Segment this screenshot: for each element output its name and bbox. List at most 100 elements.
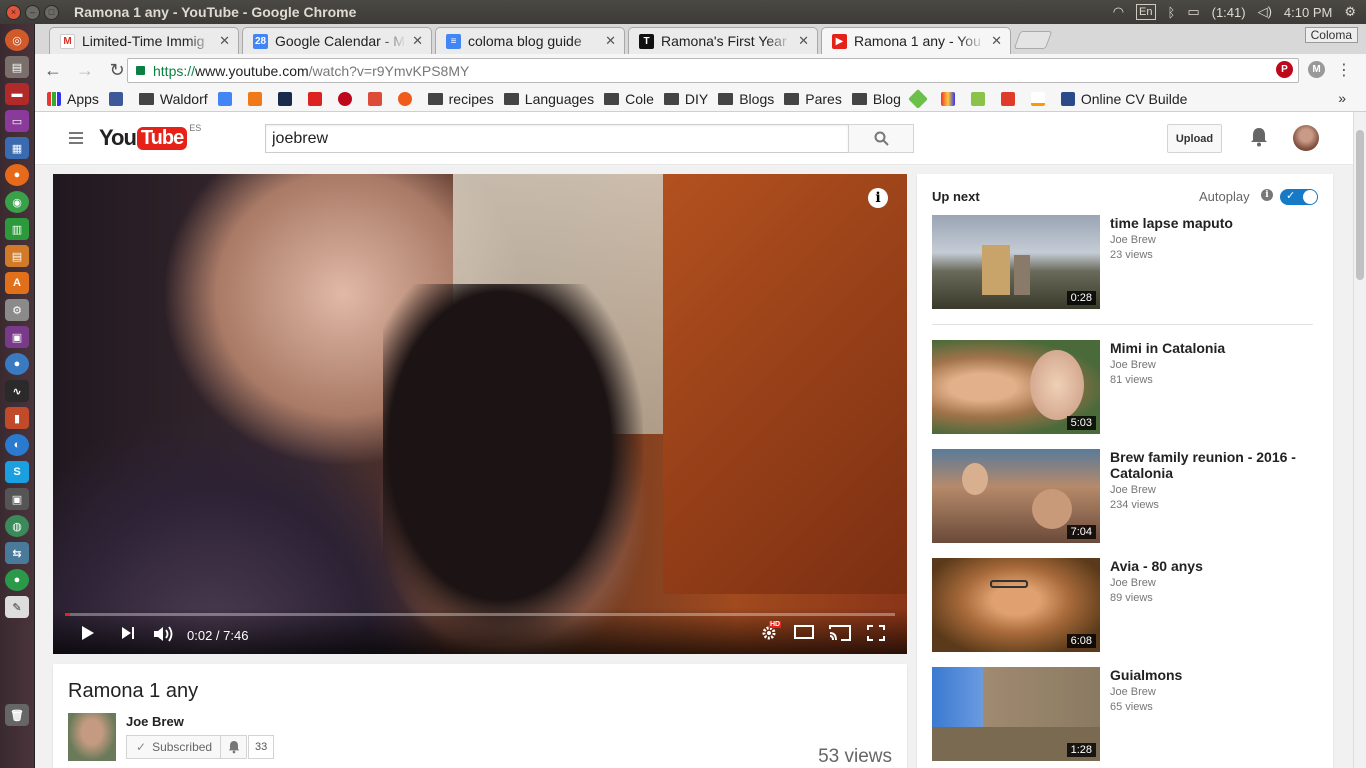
close-tab-icon[interactable]: ✕ [412,33,423,49]
bookmark-pinterest[interactable] [337,91,358,106]
close-tab-icon[interactable]: ✕ [798,33,809,49]
channel-name[interactable]: Joe Brew [126,714,184,729]
document-icon[interactable]: ▦ [5,137,29,159]
bookmark-red[interactable] [1000,91,1021,106]
video-thumbnail[interactable]: 5:03 [932,340,1100,434]
recommendation-item[interactable]: 1:28 Guialmons Joe Brew 65 views [932,667,1322,761]
progress-bar[interactable] [65,613,895,616]
tab-calendar[interactable]: 28 Google Calendar - M ✕ [242,27,432,54]
address-bar[interactable]: https:// www.youtube.com /watch?v=r9YmvK… [127,58,1299,83]
close-tab-icon[interactable]: ✕ [219,33,230,49]
chrome-menu-icon[interactable]: ⋮ [1336,60,1352,80]
video-thumbnail[interactable]: 0:28 [932,215,1100,309]
bookmark-online-cv-builder[interactable]: Online CV Builde [1060,91,1187,107]
video-thumbnail[interactable]: 1:28 [932,667,1100,761]
recommendation-item[interactable]: 6:08 Avia - 80 anys Joe Brew 89 views [932,558,1322,652]
forward-icon[interactable]: → [71,60,99,81]
notifications-bell-icon[interactable] [1250,127,1268,150]
bookmark-amazon[interactable] [1030,91,1051,106]
browser-icon[interactable]: ● [5,353,29,375]
maximize-window-button[interactable]: □ [44,4,59,20]
presentation-icon[interactable]: ▬ [5,83,29,105]
bookmark-feedly[interactable] [907,88,931,109]
skype-icon[interactable]: S [5,461,29,483]
page-scrollbar[interactable] [1353,112,1366,768]
bookmark-folder-blogs[interactable]: Blogs [718,91,774,107]
spreadsheet-icon[interactable]: ▥ [5,218,29,240]
close-window-button[interactable]: × [6,4,21,20]
trash-icon[interactable]: 🗑 [5,704,29,726]
m-extension-icon[interactable]: M [1308,61,1325,78]
video-title[interactable]: Mimi in Catalonia [1110,340,1310,356]
tab-ramonas-first-year[interactable]: T Ramona's First Year ✕ [628,27,818,54]
bookmark-folder-cole[interactable]: Cole [604,91,654,107]
wifi-icon[interactable]: ◠ [1113,4,1124,20]
tv-icon[interactable]: ▭ [5,110,29,132]
clock[interactable]: 4:10 PM [1284,5,1332,20]
bookmark-folder-diy[interactable]: DIY [663,91,708,107]
account-avatar[interactable] [1293,125,1319,151]
play-icon[interactable] [81,625,95,641]
bookmark-gplus[interactable] [367,91,388,106]
volume-icon[interactable]: ◁) [1258,4,1272,20]
software-center-icon[interactable]: A [5,272,29,294]
bookmark-gift[interactable] [940,91,961,106]
camera-icon[interactable]: ▣ [5,488,29,510]
scrollbar-thumb[interactable] [1356,130,1364,280]
bookmark-folder-recipes[interactable]: recipes [427,91,494,107]
bookmark-plane[interactable] [307,91,328,106]
upload-button[interactable]: Upload [1167,124,1222,153]
video-title[interactable]: Avia - 80 anys [1110,558,1310,574]
new-tab-button[interactable] [1013,31,1053,49]
impress-icon[interactable]: ▤ [5,245,29,267]
battery-icon[interactable]: ▭ [1187,4,1199,20]
bookmark-folder-waldorf[interactable]: Waldorf [138,91,208,107]
pinterest-extension-icon[interactable]: P [1276,61,1293,78]
battery-time[interactable]: (1:41) [1212,5,1246,20]
bluetooth-icon[interactable]: ᛒ [1168,5,1176,20]
video-thumbnail[interactable]: 6:08 [932,558,1100,652]
bookmark-orange[interactable] [397,91,418,106]
bookmark-x[interactable] [277,91,298,106]
recommendation-item[interactable]: 7:04 Brew family reunion - 2016 - Catalo… [932,449,1322,543]
search-button[interactable] [848,124,914,153]
bookmark-folder-languages[interactable]: Languages [503,91,594,107]
minimize-window-button[interactable]: – [25,4,40,20]
network-icon[interactable]: ⇆ [5,542,29,564]
close-tab-icon[interactable]: ✕ [991,33,1002,49]
autoplay-toggle[interactable]: ✓ [1280,189,1318,205]
tab-docs[interactable]: ≡ coloma blog guide ✕ [435,27,625,54]
close-tab-icon[interactable]: ✕ [605,33,616,49]
firefox-icon[interactable]: ● [5,164,29,186]
menu-icon[interactable] [69,132,83,147]
app-icon[interactable]: ▮ [5,407,29,429]
profile-button[interactable]: Coloma [1304,27,1358,43]
files-icon[interactable]: ▤ [5,56,29,78]
bookmark-cx[interactable] [247,91,268,106]
app-icon-3[interactable]: ● [5,569,29,591]
globe-icon[interactable]: ◍ [5,515,29,537]
media-icon[interactable]: ▣ [5,326,29,348]
video-title[interactable]: Guialmons [1110,667,1310,683]
settings-gear-icon[interactable]: ⚙ [1344,4,1356,20]
system-monitor-icon[interactable]: ∿ [5,380,29,402]
subscribed-button[interactable]: ✓ Subscribed [126,735,248,759]
cast-icon[interactable] [829,625,851,641]
bookmark-folder-pares[interactable]: Pares [784,91,842,107]
channel-avatar[interactable] [68,713,116,761]
chrome-icon[interactable]: ◉ [5,191,29,213]
autoplay-info-icon[interactable]: i [1261,189,1273,201]
video-player[interactable]: i 0:02 / 7:46 HD [53,174,907,654]
video-thumbnail[interactable]: 7:04 [932,449,1100,543]
youtube-logo[interactable]: You Tube ES [99,123,201,151]
video-title[interactable]: time lapse maputo [1110,215,1310,231]
bookmark-facebook[interactable] [108,91,129,106]
dash-icon[interactable]: ◎ [5,29,29,51]
info-icon[interactable]: i [868,188,888,208]
keyboard-layout[interactable]: En [1136,4,1156,20]
back-icon[interactable]: ← [39,60,67,81]
video-title[interactable]: Brew family reunion - 2016 - Catalonia [1110,449,1310,481]
theater-mode-icon[interactable] [794,625,814,639]
next-icon[interactable] [121,625,135,641]
tab-gmail[interactable]: M Limited-Time Immig ✕ [49,27,239,54]
